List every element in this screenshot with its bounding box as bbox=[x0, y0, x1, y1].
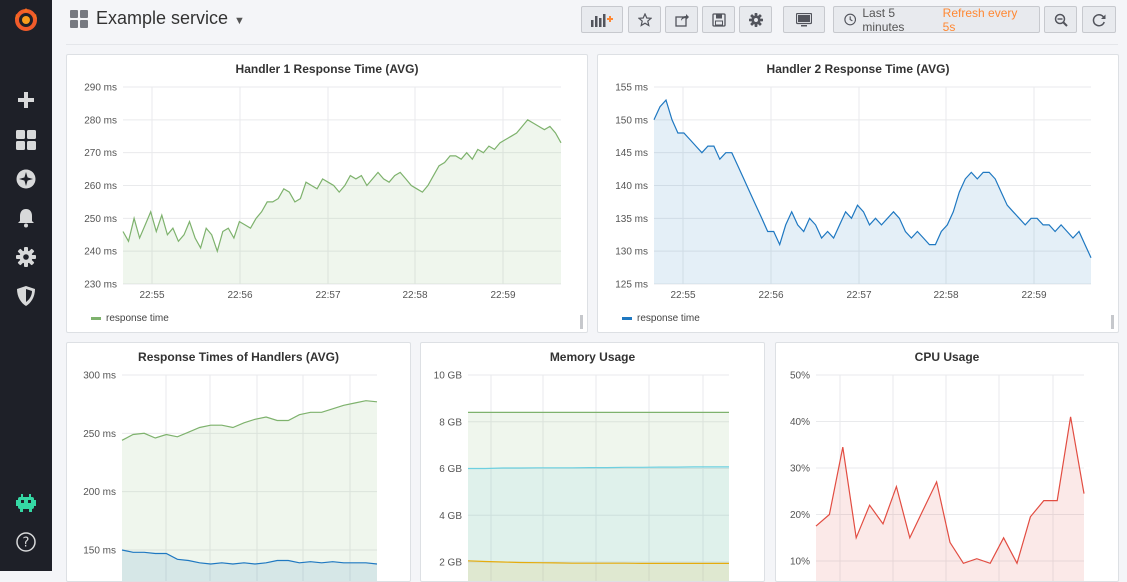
y-tick-label: 4 GB bbox=[439, 511, 462, 522]
grafana-logo[interactable] bbox=[0, 5, 52, 35]
y-tick-label: 230 ms bbox=[84, 280, 117, 291]
panel-memory-usage[interactable]: Memory Usage 2 GB 4 GB 6 GB 8 GB 10 GB bbox=[420, 342, 765, 582]
time-range-label: Last 5 minutes bbox=[862, 5, 905, 34]
alerting-bell-icon[interactable] bbox=[0, 203, 52, 233]
y-tick-label: 280 ms bbox=[84, 115, 117, 126]
legend-label: response time bbox=[106, 313, 169, 324]
handlers-combined-chart: 150 ms 200 ms 250 ms 300 ms bbox=[83, 371, 378, 581]
handler1-chart: 230 ms 240 ms 250 ms 260 ms 270 ms 280 ms 290 … bbox=[84, 83, 562, 301]
share-button[interactable] bbox=[665, 6, 698, 33]
share-icon bbox=[674, 13, 689, 27]
star-button[interactable] bbox=[628, 6, 661, 33]
y-tick-label: 10% bbox=[790, 557, 810, 568]
top-navbar: Example service ▼ Last 5 minutes Refresh… bbox=[52, 0, 1127, 44]
dashboard-grid-icon bbox=[70, 9, 88, 28]
y-tick-label: 140 ms bbox=[615, 181, 648, 192]
cpu-chart: 10% 20% 30% 40% 50% bbox=[790, 371, 1085, 581]
shield-icon[interactable] bbox=[0, 281, 52, 311]
y-tick-label: 130 ms bbox=[615, 247, 648, 258]
chevron-down-icon: ▼ bbox=[234, 14, 245, 27]
series-area bbox=[816, 416, 1084, 581]
y-tick-label: 200 ms bbox=[83, 487, 116, 498]
star-icon bbox=[637, 12, 652, 27]
settings-icon bbox=[748, 12, 763, 27]
y-tick-label: 20% bbox=[790, 510, 810, 521]
series-area bbox=[123, 119, 561, 284]
panel-handler1-response-time[interactable]: Handler 1 Response Time (AVG) 230 ms 240 … bbox=[66, 54, 588, 333]
y-tick-label: 40% bbox=[790, 417, 810, 428]
x-tick-label: 22:58 bbox=[933, 290, 958, 301]
dashboard-title: Example service bbox=[96, 8, 229, 28]
help-icon[interactable]: ? bbox=[0, 527, 52, 557]
y-tick-label: 150 ms bbox=[83, 546, 116, 557]
y-tick-label: 2 GB bbox=[439, 558, 462, 569]
y-tick-label: 250 ms bbox=[84, 214, 117, 225]
y-tick-label: 8 GB bbox=[439, 417, 462, 428]
plus-icon[interactable] bbox=[0, 85, 52, 115]
handler2-chart: 125 ms 130 ms 135 ms 140 ms 145 ms 150 ms 155 … bbox=[615, 83, 1092, 301]
x-tick-label: 22:59 bbox=[1021, 290, 1046, 301]
y-tick-label: 290 ms bbox=[84, 83, 117, 94]
save-button[interactable] bbox=[702, 6, 735, 33]
x-tick-label: 22:56 bbox=[227, 290, 252, 301]
time-picker-button[interactable]: Last 5 minutes Refresh every 5s bbox=[833, 5, 1040, 34]
y-tick-label: 125 ms bbox=[615, 280, 648, 291]
explore-compass-icon[interactable] bbox=[0, 164, 52, 194]
chart-legend[interactable]: response time bbox=[622, 313, 700, 324]
legend-swatch bbox=[91, 317, 101, 320]
panel-resize-handle[interactable] bbox=[1108, 315, 1115, 329]
x-tick-label: 22:58 bbox=[402, 290, 427, 301]
x-tick-label: 22:56 bbox=[758, 290, 783, 301]
refresh-button[interactable] bbox=[1082, 6, 1116, 33]
add-panel-button[interactable] bbox=[581, 6, 623, 33]
y-tick-label: 250 ms bbox=[83, 429, 116, 440]
y-tick-label: 135 ms bbox=[615, 214, 648, 225]
x-tick-label: 22:55 bbox=[670, 290, 695, 301]
chart-legend[interactable]: response time bbox=[91, 313, 169, 324]
clock-icon bbox=[844, 13, 857, 26]
dashboard-settings-button[interactable] bbox=[739, 6, 772, 33]
panel-resize-handle[interactable] bbox=[577, 315, 584, 329]
user-avatar-icon[interactable] bbox=[0, 489, 52, 519]
legend-swatch bbox=[622, 317, 632, 320]
x-tick-label: 22:57 bbox=[846, 290, 871, 301]
dashboard-picker[interactable]: Example service ▼ bbox=[70, 8, 245, 29]
add-panel-icon bbox=[591, 13, 613, 27]
y-tick-label: 150 ms bbox=[615, 115, 648, 126]
refresh-interval-label: Refresh every 5s bbox=[942, 5, 1018, 34]
y-tick-label: 50% bbox=[790, 371, 810, 382]
top-separator bbox=[66, 44, 1118, 45]
y-tick-label: 260 ms bbox=[84, 181, 117, 192]
svg-text:?: ? bbox=[23, 536, 30, 551]
x-tick-label: 22:55 bbox=[139, 290, 164, 301]
tv-mode-button[interactable] bbox=[783, 6, 825, 33]
refresh-icon bbox=[1092, 13, 1106, 26]
panel-cpu-usage[interactable]: CPU Usage 10% 20% 30% 40% 50% bbox=[775, 342, 1119, 582]
y-tick-label: 6 GB bbox=[439, 464, 462, 475]
dashboards-icon[interactable] bbox=[0, 125, 52, 155]
y-tick-label: 10 GB bbox=[434, 371, 463, 382]
x-tick-label: 22:59 bbox=[490, 290, 515, 301]
y-tick-label: 270 ms bbox=[84, 148, 117, 159]
sidebar: ? bbox=[0, 0, 52, 571]
y-tick-label: 145 ms bbox=[615, 148, 648, 159]
x-tick-label: 22:57 bbox=[315, 290, 340, 301]
y-tick-label: 155 ms bbox=[615, 83, 648, 94]
panel-response-times-of-handlers[interactable]: Response Times of Handlers (AVG) 150 ms 2… bbox=[66, 342, 411, 582]
tv-mode-icon bbox=[796, 12, 812, 26]
panel-handler2-response-time[interactable]: Handler 2 Response Time (AVG) 125 ms 130 … bbox=[597, 54, 1119, 333]
legend-label: response time bbox=[637, 313, 700, 324]
y-tick-label: 300 ms bbox=[83, 371, 116, 382]
zoom-out-button[interactable] bbox=[1044, 6, 1077, 33]
configuration-gear-icon[interactable] bbox=[0, 242, 52, 272]
zoom-out-icon bbox=[1054, 13, 1068, 27]
y-tick-label: 240 ms bbox=[84, 247, 117, 258]
memory-chart: 2 GB 4 GB 6 GB 8 GB 10 GB bbox=[434, 371, 729, 581]
save-icon bbox=[711, 12, 726, 27]
y-tick-label: 30% bbox=[790, 464, 810, 475]
series-area bbox=[654, 100, 1091, 284]
